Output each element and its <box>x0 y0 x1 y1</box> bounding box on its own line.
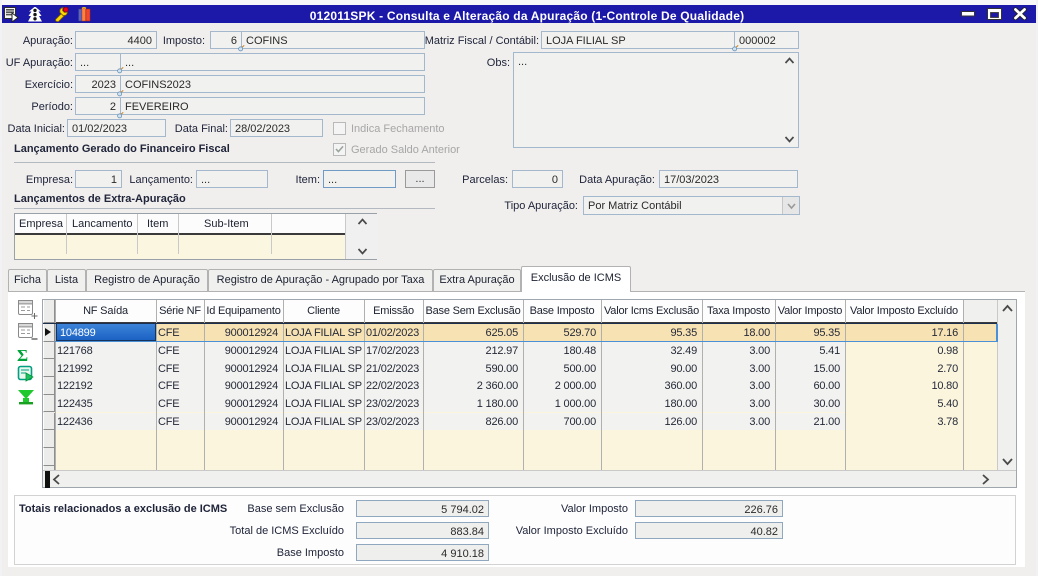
svg-text:Σ: Σ <box>17 346 28 365</box>
